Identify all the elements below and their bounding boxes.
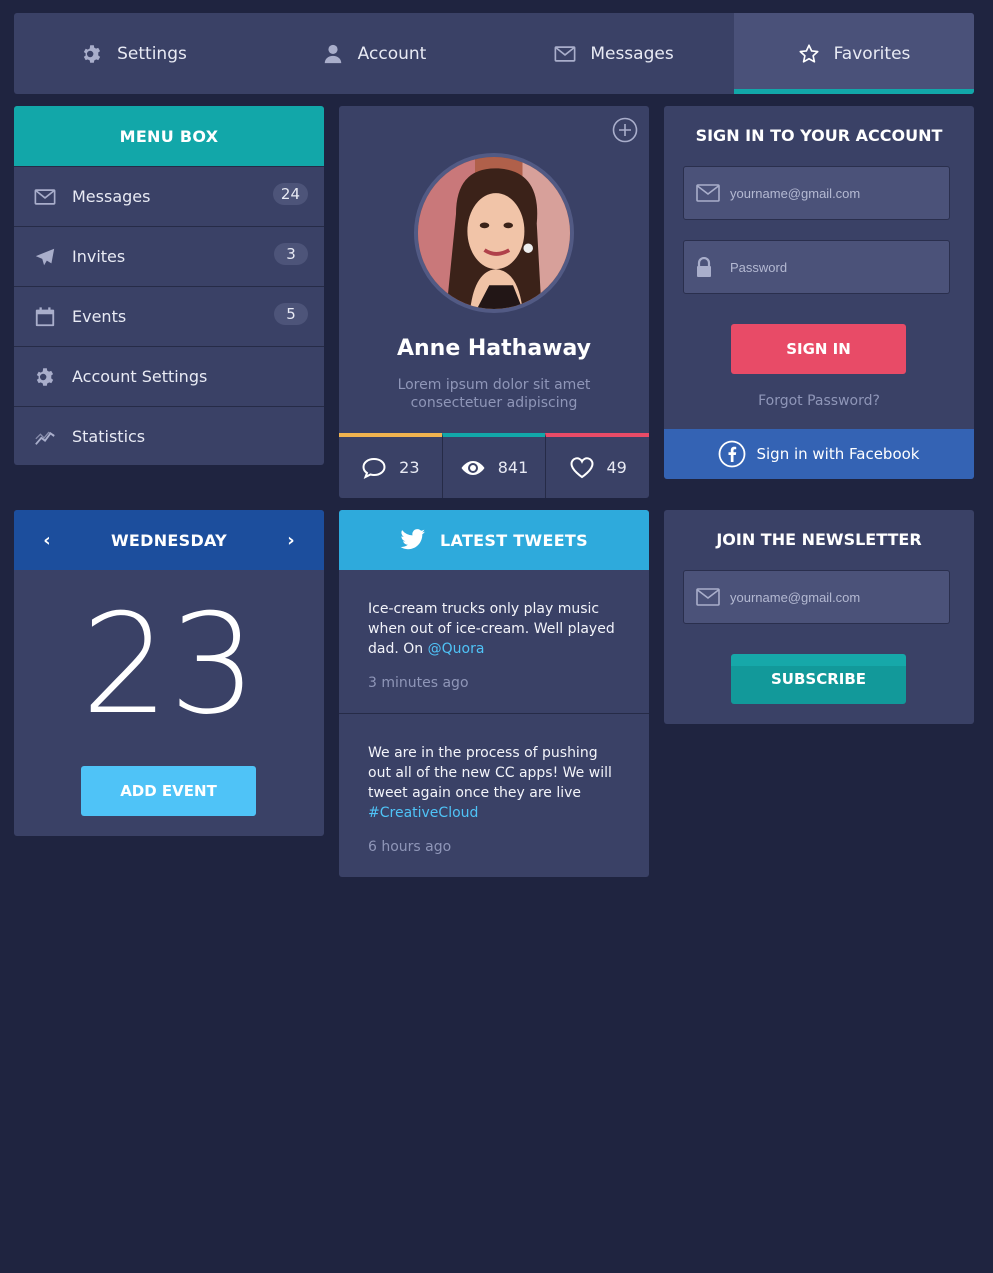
paper-plane-icon — [35, 248, 55, 265]
tab-settings[interactable]: Settings — [14, 13, 254, 94]
menu-item-label: Account Settings — [72, 367, 208, 386]
tweet-item: We are in the process of pushing out all… — [339, 714, 649, 857]
gear-icon — [83, 44, 101, 63]
email-input[interactable] — [730, 185, 930, 201]
tab-favorites[interactable]: Favorites — [734, 13, 974, 94]
menu-item-account-settings[interactable]: Account Settings — [14, 346, 324, 406]
sign-in-button[interactable]: SIGN IN — [731, 324, 906, 374]
avatar[interactable] — [414, 153, 574, 313]
lock-icon — [697, 257, 711, 277]
twitter-icon — [400, 529, 426, 550]
subscribe-button[interactable]: SUBSCRIBE — [731, 654, 906, 704]
menu-item-messages[interactable]: Messages 24 — [14, 166, 324, 226]
count-badge: 24 — [272, 183, 308, 205]
tweets-card: LATEST TWEETS Ice-cream trucks only play… — [339, 510, 649, 877]
calendar-day: WEDNESDAY — [110, 530, 228, 550]
newsletter-card: JOIN THE NEWSLETTER SUBSCRIBE — [664, 510, 974, 724]
newsletter-email-field[interactable] — [683, 570, 950, 624]
calendar-header: ‹ WEDNESDAY › — [14, 510, 324, 570]
sign-in-card: SIGN IN TO YOUR ACCOUNT SIGN IN Forgot P… — [664, 106, 974, 479]
tweets-header: LATEST TWEETS — [339, 510, 649, 570]
stat-views[interactable]: 841 — [441, 433, 546, 498]
menu-item-events[interactable]: Events 5 — [14, 286, 324, 346]
stat-comments-value: 23 — [399, 458, 420, 477]
add-event-button[interactable]: ADD EVENT — [81, 766, 256, 816]
profile-bio: Lorem ipsum dolor sit amet consectetuer … — [397, 377, 591, 411]
tab-account[interactable]: Account — [254, 13, 494, 94]
email-field[interactable] — [683, 166, 950, 220]
user-icon — [324, 44, 341, 63]
calendar-date: 23 — [81, 584, 257, 745]
star-icon — [799, 43, 819, 63]
tweet-time: 6 hours ago — [368, 839, 452, 855]
envelope-icon — [34, 188, 56, 205]
tweet-time: 3 minutes ago — [368, 675, 469, 691]
menu-box: MENU BOX Messages 24 Invites 3 Events 5 … — [14, 106, 324, 465]
tab-settings-label: Settings — [117, 43, 187, 64]
newsletter-email-input[interactable] — [730, 589, 930, 605]
menu-item-label: Events — [72, 307, 127, 326]
facebook-sign-in-label: Sign in with Facebook — [756, 445, 920, 463]
newsletter-title: JOIN THE NEWSLETTER — [716, 530, 922, 549]
profile-name: Anne Hathaway — [396, 336, 592, 361]
menu-item-label: Messages — [72, 187, 151, 206]
tab-favorites-label: Favorites — [833, 43, 911, 64]
menu-item-label: Statistics — [72, 427, 146, 446]
tweet-text: Ice-cream trucks only play music when ou… — [368, 599, 620, 659]
tweet-text: We are in the process of pushing out all… — [368, 743, 620, 823]
envelope-icon — [696, 588, 720, 606]
tab-account-label: Account — [357, 43, 427, 64]
facebook-icon — [719, 440, 746, 468]
forgot-password-link[interactable]: Forgot Password? — [664, 393, 974, 409]
tweet-link[interactable]: @Quora — [428, 641, 485, 657]
count-badge: 3 — [274, 243, 308, 265]
top-nav: Settings Account Messages Favorites — [14, 13, 974, 94]
add-circle-icon[interactable] — [612, 117, 638, 143]
calendar-card: ‹ WEDNESDAY › 23 ADD EVENT — [14, 510, 324, 836]
tweet-item: Ice-cream trucks only play music when ou… — [339, 570, 649, 714]
stat-likes-value: 49 — [606, 458, 627, 477]
sign-in-title: SIGN IN TO YOUR ACCOUNT — [695, 126, 943, 145]
heart-icon — [570, 456, 593, 478]
tweet-link[interactable]: #CreativeCloud — [368, 805, 478, 821]
comment-icon — [362, 457, 386, 479]
profile-card: Anne Hathaway Lorem ipsum dolor sit amet… — [339, 106, 649, 498]
menu-box-title: MENU BOX — [14, 106, 324, 166]
stat-views-value: 841 — [497, 458, 529, 477]
tab-messages[interactable]: Messages — [494, 13, 734, 94]
stat-likes[interactable]: 49 — [545, 433, 649, 498]
gear-icon — [36, 367, 54, 386]
menu-item-statistics[interactable]: Statistics — [14, 406, 324, 465]
password-input[interactable] — [730, 259, 930, 275]
tab-messages-label: Messages — [590, 43, 674, 64]
stat-comments[interactable]: 23 — [339, 433, 442, 498]
avatar-photo — [418, 157, 570, 309]
menu-item-label: Invites — [72, 247, 126, 266]
prev-day-button[interactable]: ‹ — [38, 530, 56, 551]
calendar-icon — [35, 306, 55, 326]
profile-stats: 23 841 49 — [339, 433, 649, 498]
facebook-sign-in-button[interactable]: Sign in with Facebook — [664, 429, 974, 479]
menu-item-invites[interactable]: Invites 3 — [14, 226, 324, 286]
tweet-body: Ice-cream trucks only play music when ou… — [368, 601, 615, 657]
chart-line-icon — [35, 431, 55, 445]
count-badge: 5 — [274, 303, 308, 325]
eye-icon — [461, 460, 485, 475]
tweets-title: LATEST TWEETS — [440, 530, 588, 550]
next-day-button[interactable]: › — [282, 530, 300, 551]
password-field[interactable] — [683, 240, 950, 294]
envelope-icon — [554, 45, 576, 62]
tweet-body: We are in the process of pushing out all… — [368, 745, 612, 801]
envelope-icon — [696, 184, 720, 202]
